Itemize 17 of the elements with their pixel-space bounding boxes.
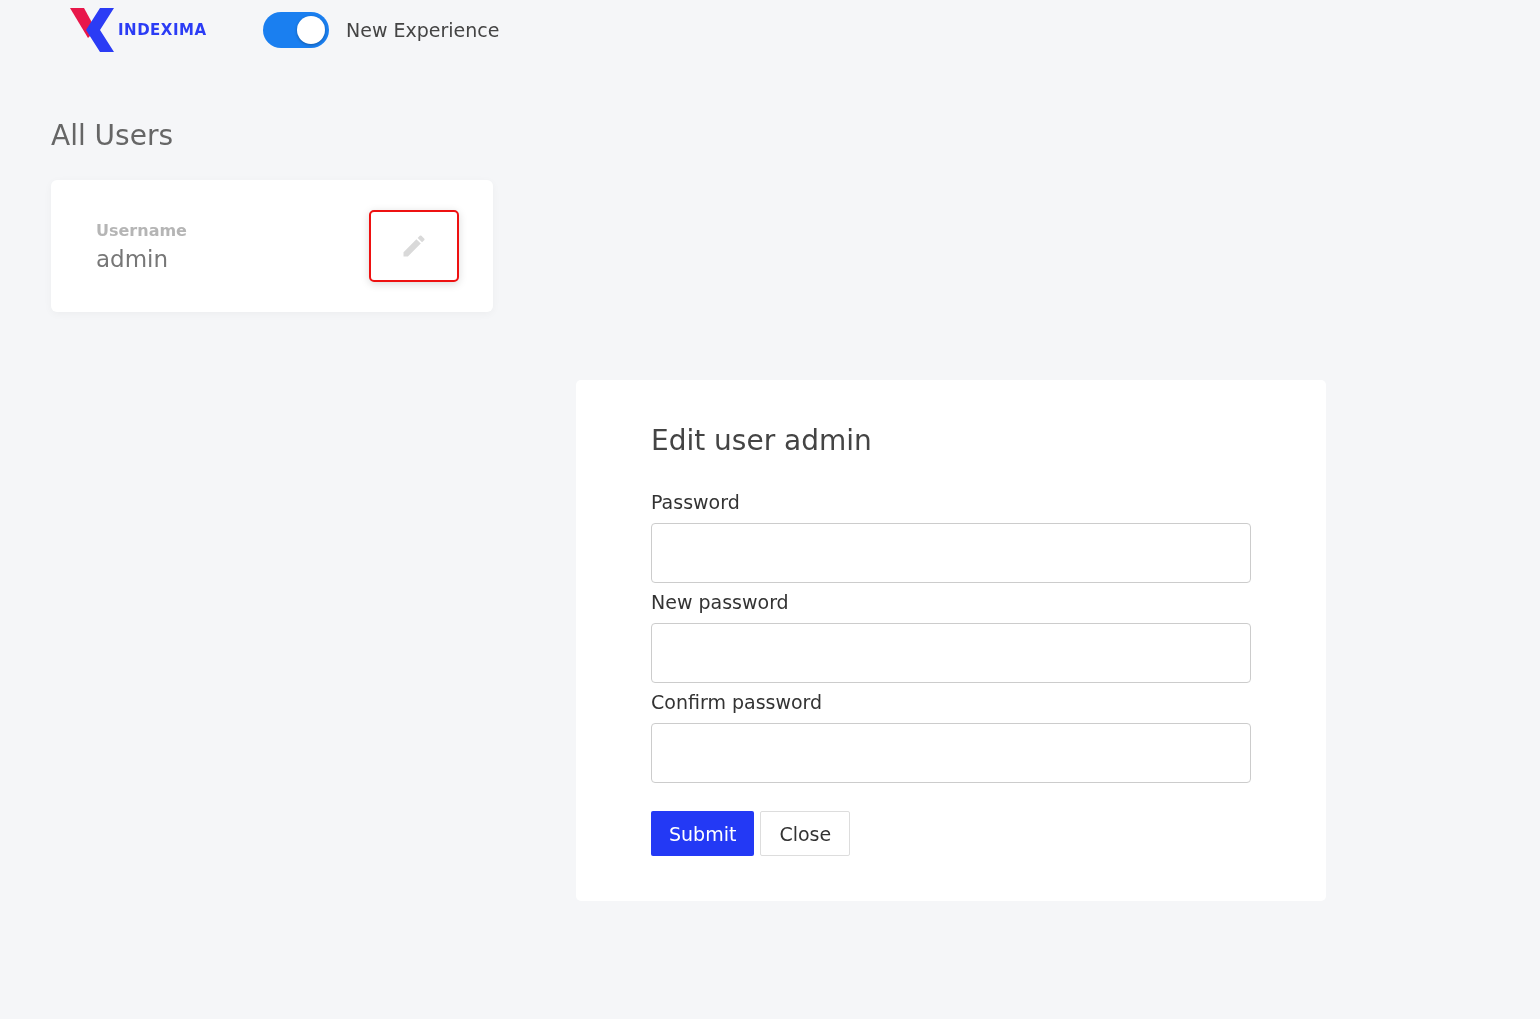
toggle-switch[interactable] <box>263 12 329 48</box>
field-label: Confirm password <box>651 691 824 713</box>
password-field[interactable] <box>651 623 1251 683</box>
password-field[interactable] <box>651 523 1251 583</box>
edit-button[interactable] <box>369 210 459 282</box>
field-label: Username <box>96 220 187 240</box>
page-title: All Users <box>51 118 175 154</box>
field-label: New password <box>651 591 790 613</box>
close-button[interactable]: Close <box>760 811 851 856</box>
field-value: admin <box>96 245 170 272</box>
dialog-title: Edit user admin <box>651 424 873 457</box>
submit-button[interactable]: Submit <box>651 811 755 856</box>
logo-text: INDEXIMA <box>118 21 207 39</box>
password-field[interactable] <box>651 723 1251 783</box>
x-logo-icon <box>70 8 116 52</box>
field-label: Password <box>651 491 741 513</box>
toggle-label: New Experience <box>346 19 500 41</box>
